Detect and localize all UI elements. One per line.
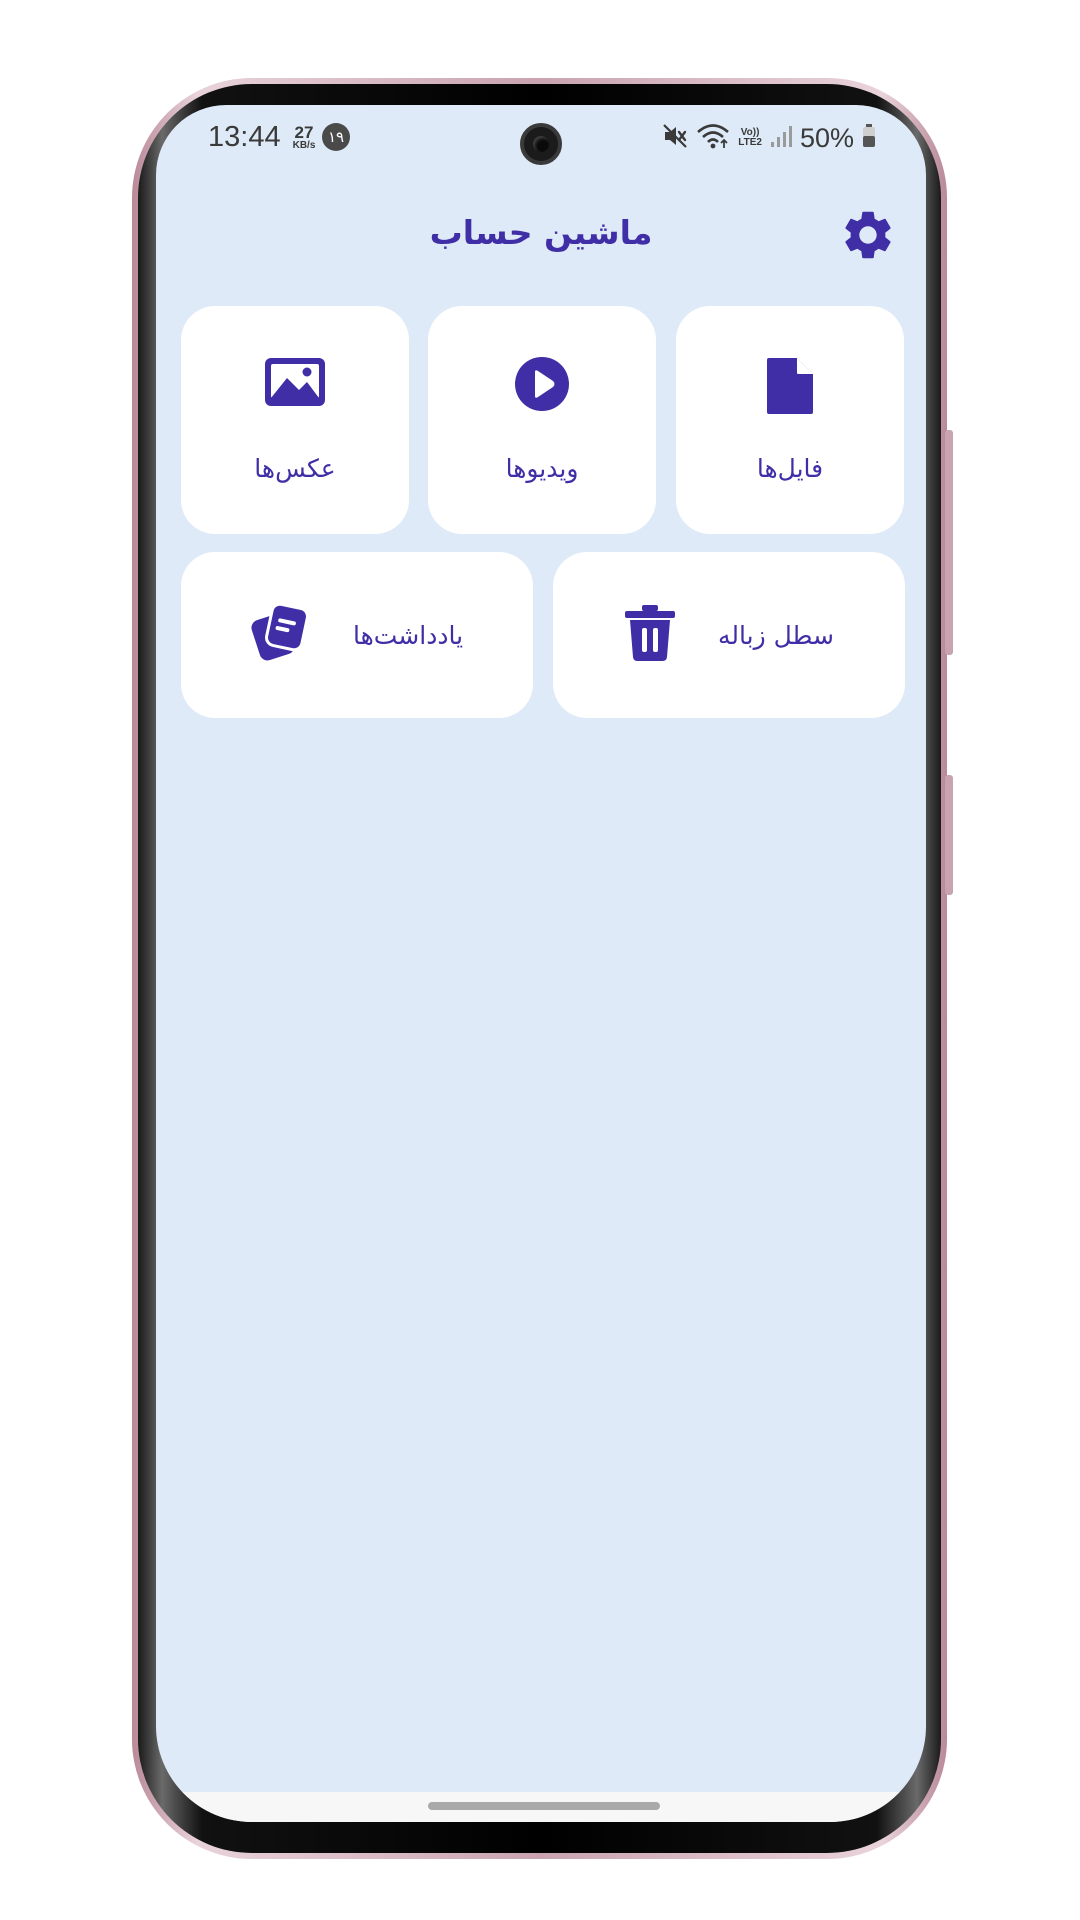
power-button bbox=[945, 775, 953, 895]
home-gesture-handle[interactable] bbox=[428, 1802, 660, 1810]
notes-tile[interactable]: یادداشت‌ها bbox=[181, 552, 533, 718]
device-mockup: 13:44 27 KB/s ۱۹ Vo)) LTE2 50% ماشین حسا… bbox=[0, 0, 1080, 1920]
photos-tile[interactable]: عکس‌ها bbox=[181, 306, 409, 534]
notification-badge: ۱۹ bbox=[322, 123, 350, 151]
videos-tile[interactable]: ویدیوها bbox=[428, 306, 656, 534]
volume-button bbox=[945, 430, 953, 655]
settings-button[interactable] bbox=[836, 205, 900, 269]
lte-label: LTE2 bbox=[738, 137, 762, 148]
signal-icon bbox=[770, 124, 792, 152]
volte-icon: Vo)) LTE2 bbox=[738, 128, 762, 148]
network-speed-value: 27 bbox=[294, 123, 314, 142]
phone-screen: 13:44 27 KB/s ۱۹ Vo)) LTE2 50% ماشین حسا… bbox=[156, 105, 926, 1822]
play-circle-icon bbox=[428, 356, 656, 420]
wifi-icon bbox=[696, 122, 730, 154]
trash-icon bbox=[624, 604, 676, 666]
gear-icon bbox=[839, 206, 897, 268]
image-icon bbox=[181, 356, 409, 420]
mute-icon bbox=[662, 123, 688, 153]
battery-percent: 50% bbox=[799, 122, 854, 153]
front-camera bbox=[520, 123, 562, 165]
notes-label: یادداشت‌ها bbox=[352, 620, 464, 650]
files-tile[interactable]: فایل‌ها bbox=[676, 306, 904, 534]
page-title: ماشین حساب bbox=[429, 213, 653, 252]
videos-label: ویدیوها bbox=[505, 454, 579, 483]
status-bar: 13:44 27 KB/s ۱۹ Vo)) LTE2 50% bbox=[156, 105, 926, 175]
trash-tile[interactable]: سطل زباله bbox=[553, 552, 905, 718]
network-speed: 27 KB/s bbox=[289, 124, 319, 151]
network-speed-unit: KB/s bbox=[292, 140, 316, 151]
navigation-bar bbox=[156, 1792, 926, 1822]
files-label: فایل‌ها bbox=[756, 454, 824, 483]
battery-icon bbox=[862, 124, 876, 152]
notes-icon bbox=[251, 602, 311, 668]
status-icons: Vo)) LTE2 50% bbox=[662, 121, 876, 155]
status-time: 13:44 bbox=[208, 121, 281, 153]
file-icon bbox=[676, 356, 904, 420]
trash-label: سطل زباله bbox=[717, 620, 834, 650]
photos-label: عکس‌ها bbox=[254, 454, 336, 483]
